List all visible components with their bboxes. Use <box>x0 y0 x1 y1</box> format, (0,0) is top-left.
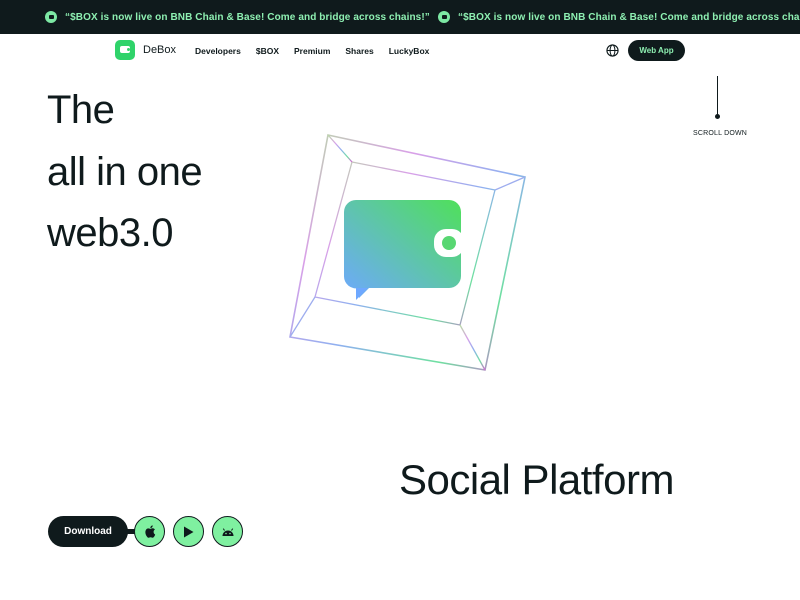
play-icon <box>184 526 194 537</box>
nav-link-premium[interactable]: Premium <box>294 46 330 56</box>
debox-logo-icon <box>115 40 135 60</box>
nav-link-developers[interactable]: Developers <box>195 46 241 56</box>
ticker-item[interactable]: “$BOX is now live on BNB Chain & Base! C… <box>438 0 800 34</box>
nav-link-luckybox[interactable]: LuckyBox <box>389 46 430 56</box>
ticker-text: “$BOX is now live on BNB Chain & Base! C… <box>65 11 430 23</box>
brand-name: DeBox <box>143 44 177 56</box>
brand-logo[interactable]: DeBox <box>115 40 176 60</box>
google-play-button[interactable] <box>173 516 204 547</box>
android-apk-button[interactable] <box>212 516 243 547</box>
android-icon <box>222 528 233 536</box>
globe-icon[interactable] <box>606 44 619 57</box>
nav-links: Developers $BOX Premium Shares LuckyBox <box>195 34 429 68</box>
scroll-indicator-dot <box>715 114 720 119</box>
hero-tagline: Social Platform <box>399 456 674 503</box>
nav-link-shares[interactable]: Shares <box>345 46 373 56</box>
hero-title-line-2: all in one <box>47 150 203 194</box>
scroll-indicator-line <box>717 76 718 116</box>
hero-title-line-3: web3.0 <box>47 211 173 255</box>
ticker-text: “$BOX is now live on BNB Chain & Base! C… <box>458 11 800 23</box>
nav-link-box[interactable]: $BOX <box>256 46 279 56</box>
wallet-frame-illustration <box>289 134 526 371</box>
apple-icon <box>144 525 155 538</box>
debox-mini-icon <box>45 11 57 23</box>
app-store-button[interactable] <box>134 516 165 547</box>
scroll-down-label[interactable]: SCROLL DOWN <box>693 130 747 137</box>
web-app-button[interactable]: Web App <box>628 40 685 61</box>
announcement-ticker: “$BOX is now live on BNB Chain & Base! C… <box>0 0 800 34</box>
download-button[interactable]: Download <box>48 516 128 547</box>
top-nav: DeBox Developers $BOX Premium Shares Luc… <box>0 34 800 68</box>
debox-mini-icon <box>438 11 450 23</box>
hero-title-line-1: The <box>47 88 115 132</box>
debox-wallet-icon <box>343 200 464 300</box>
ticker-item[interactable]: “$BOX is now live on BNB Chain & Base! C… <box>45 0 430 34</box>
